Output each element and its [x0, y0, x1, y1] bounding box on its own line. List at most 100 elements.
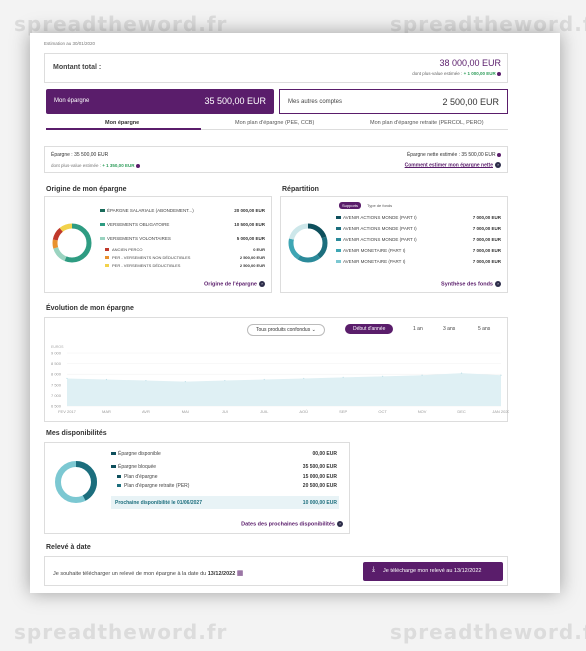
repartition-donut — [288, 223, 328, 263]
origine-row-label: VERSEMENTS VOLONTAIRES — [107, 236, 171, 241]
releve-text-label: Je souhaite télécharger un relevé de mon… — [53, 571, 207, 577]
download-releve-button[interactable]: ⤓ Je télécharge mon relevé au 13/12/2022 — [363, 562, 503, 581]
releve-card: Je souhaite télécharger un relevé de mon… — [44, 556, 508, 586]
total-card: Montant total : 38 000,00 EUR dont plus-… — [44, 53, 508, 83]
origine-link[interactable]: Origine de l'épargne › — [204, 281, 265, 287]
tab-plan-epargne[interactable]: Mon plan d'épargne (PEE, CCB) — [235, 120, 314, 126]
origine-subrow-label: PER - VERSEMENTS DÉDUCTIBLES — [112, 263, 181, 268]
tab-active-indicator — [46, 128, 201, 130]
x-tick-label: JUI — [222, 409, 228, 414]
origine-title: Origine de mon épargne — [46, 186, 127, 193]
series-area — [67, 373, 501, 406]
repartition-row-value: 7 000,00 EUR — [472, 215, 501, 220]
releve-date[interactable]: 13/12/2022 — [208, 571, 236, 577]
x-tick-label: SEP — [339, 409, 347, 414]
period-5-ans[interactable]: 5 ans — [478, 326, 490, 332]
evolution-chart: 9 000 8 500 8 000 7 500 7 000 6 500FEV 2017 MA… — [51, 351, 509, 415]
info-icon[interactable] — [497, 152, 501, 157]
legend-swatch — [105, 248, 109, 251]
y-tick-label: 9 000 — [51, 351, 62, 356]
repartition-row-value: 7 000,00 EUR — [472, 248, 501, 253]
arrow-right-icon: › — [337, 521, 343, 527]
y-tick-label: 8 500 — [51, 361, 62, 366]
origine-row-value: 20 000,00 EUR — [234, 208, 265, 213]
data-point — [303, 377, 305, 380]
legend-swatch — [105, 264, 109, 267]
releve-text: Je souhaite télécharger un relevé de mon… — [53, 569, 243, 577]
tab-mon-epargne[interactable]: Mon épargne — [105, 120, 139, 126]
legend-swatch — [100, 237, 105, 240]
dates-dispo-link-text: Dates des prochaines disponibilités — [241, 521, 335, 528]
mon-epargne-amount: 35 500,00 EUR — [204, 96, 266, 106]
legend-swatch — [111, 465, 116, 468]
dispo-row-label: Épargne bloquée — [118, 464, 157, 470]
synthese-link-text: Synthèse des fonds — [441, 281, 493, 288]
y-tick-label: 7 000 — [51, 393, 62, 398]
evolution-title: Évolution de mon épargne — [46, 305, 134, 312]
origine-subrow-value: 2 500,00 EUR — [239, 255, 265, 260]
comment-estimer-link[interactable]: Comment estimer mon épargne nette › — [405, 162, 501, 168]
dashboard-page: Estimation au 30/01/2020 Montant total :… — [30, 33, 560, 593]
next-dispo-value: 10 000,00 EUR — [302, 500, 337, 506]
origine-row-value: 5 000,00 EUR — [236, 236, 265, 241]
total-amount: 38 000,00 EUR — [439, 58, 501, 68]
legend-swatch — [336, 216, 341, 219]
info-icon[interactable] — [497, 71, 501, 76]
total-gain-value: + 1 000,00 EUR — [463, 71, 496, 76]
x-tick-label: AOÛ — [299, 409, 308, 414]
origine-subrow-value: 0 EUR — [253, 247, 265, 252]
summary-pv-label: dont plus-value estimée : — [51, 163, 102, 168]
x-tick-label: JAN 2020 — [492, 409, 509, 414]
produits-select[interactable]: Tous produits confondus ⌄ — [247, 324, 325, 336]
legend-swatch — [105, 256, 109, 259]
x-tick-label: FEV 2017 — [58, 409, 77, 414]
origine-row-label: ÉPARGNE SALARIALE (ABONDEMENT...) — [107, 208, 194, 213]
repartition-row-label: AVENIR ACTIONS MONDE (PART I) — [343, 215, 417, 220]
autres-comptes-card[interactable]: Mes autres comptes 2 500,00 EUR — [279, 89, 508, 114]
data-point — [500, 374, 502, 376]
dates-dispo-link[interactable]: Dates des prochaines disponibilités › — [241, 521, 343, 527]
download-icon: ⤓ — [372, 566, 376, 573]
summary-pv: dont plus-value estimée : + 1 350,00 EUR — [51, 163, 140, 168]
x-tick-label: OCT — [378, 409, 387, 414]
arrow-right-icon: › — [495, 162, 501, 168]
repartition-card: Supports Type de fonds AVENIR ACTIONS MO… — [280, 196, 508, 293]
tab-supports[interactable]: Supports — [339, 202, 362, 209]
x-tick-label: MAR — [102, 409, 111, 414]
origine-row-value: 10 500,00 EUR — [234, 222, 265, 227]
repartition-row-label: AVENIR ACTIONS MONDE (PART I) — [343, 226, 417, 231]
origine-card: ÉPARGNE SALARIALE (ABONDEMENT...) 20 000… — [44, 196, 272, 293]
info-icon[interactable] — [135, 163, 140, 168]
legend-swatch — [100, 209, 105, 212]
autres-comptes-amount: 2 500,00 EUR — [442, 97, 499, 107]
origine-donut — [52, 223, 92, 263]
repartition-row-value: 7 000,00 EUR — [472, 237, 501, 242]
period-debut-annee[interactable]: Début d'année — [345, 324, 394, 334]
evolution-card: Tous produits confondus ⌄ Début d'année … — [44, 317, 509, 422]
origine-subrow-value: 2 500,00 EUR — [239, 263, 265, 268]
autres-comptes-label: Mes autres comptes — [288, 99, 343, 105]
dispo-row-value: 35 500,00 EUR — [302, 464, 337, 470]
dispo-donut — [55, 461, 97, 503]
x-tick-label: DEC — [457, 409, 466, 414]
summary-nette: Épargne nette estimée : 35 500,00 EUR — [407, 152, 501, 158]
period-3-ans[interactable]: 3 ans — [443, 326, 455, 332]
synthese-link[interactable]: Synthèse des fonds › — [441, 281, 501, 287]
repartition-row-value: 7 000,00 EUR — [472, 226, 501, 231]
comment-estimer-text: Comment estimer mon épargne nette — [404, 162, 493, 169]
data-point — [263, 378, 265, 381]
summary-epargne: Épargne : 35 500,00 EUR — [51, 152, 109, 158]
calendar-icon[interactable]: ▦ — [237, 570, 244, 577]
tab-plan-retraite[interactable]: Mon plan d'épargne retraite (PERCOL, PER… — [370, 120, 484, 126]
repartition-row-value: 7 000,00 EUR — [472, 259, 501, 264]
arrow-right-icon: › — [259, 281, 265, 287]
mon-epargne-card[interactable]: Mon épargne 35 500,00 EUR — [46, 89, 274, 114]
watermark: spreadtheword.fr — [14, 620, 228, 644]
legend-swatch — [100, 223, 105, 226]
origine-link-text: Origine de l'épargne — [204, 281, 257, 288]
x-tick-label: MAI — [182, 409, 189, 414]
tab-type-fonds[interactable]: Type de fonds — [367, 203, 392, 208]
legend-swatch — [117, 484, 121, 487]
period-1-an[interactable]: 1 an — [413, 326, 423, 332]
y-tick-label: 8 000 — [51, 372, 62, 377]
